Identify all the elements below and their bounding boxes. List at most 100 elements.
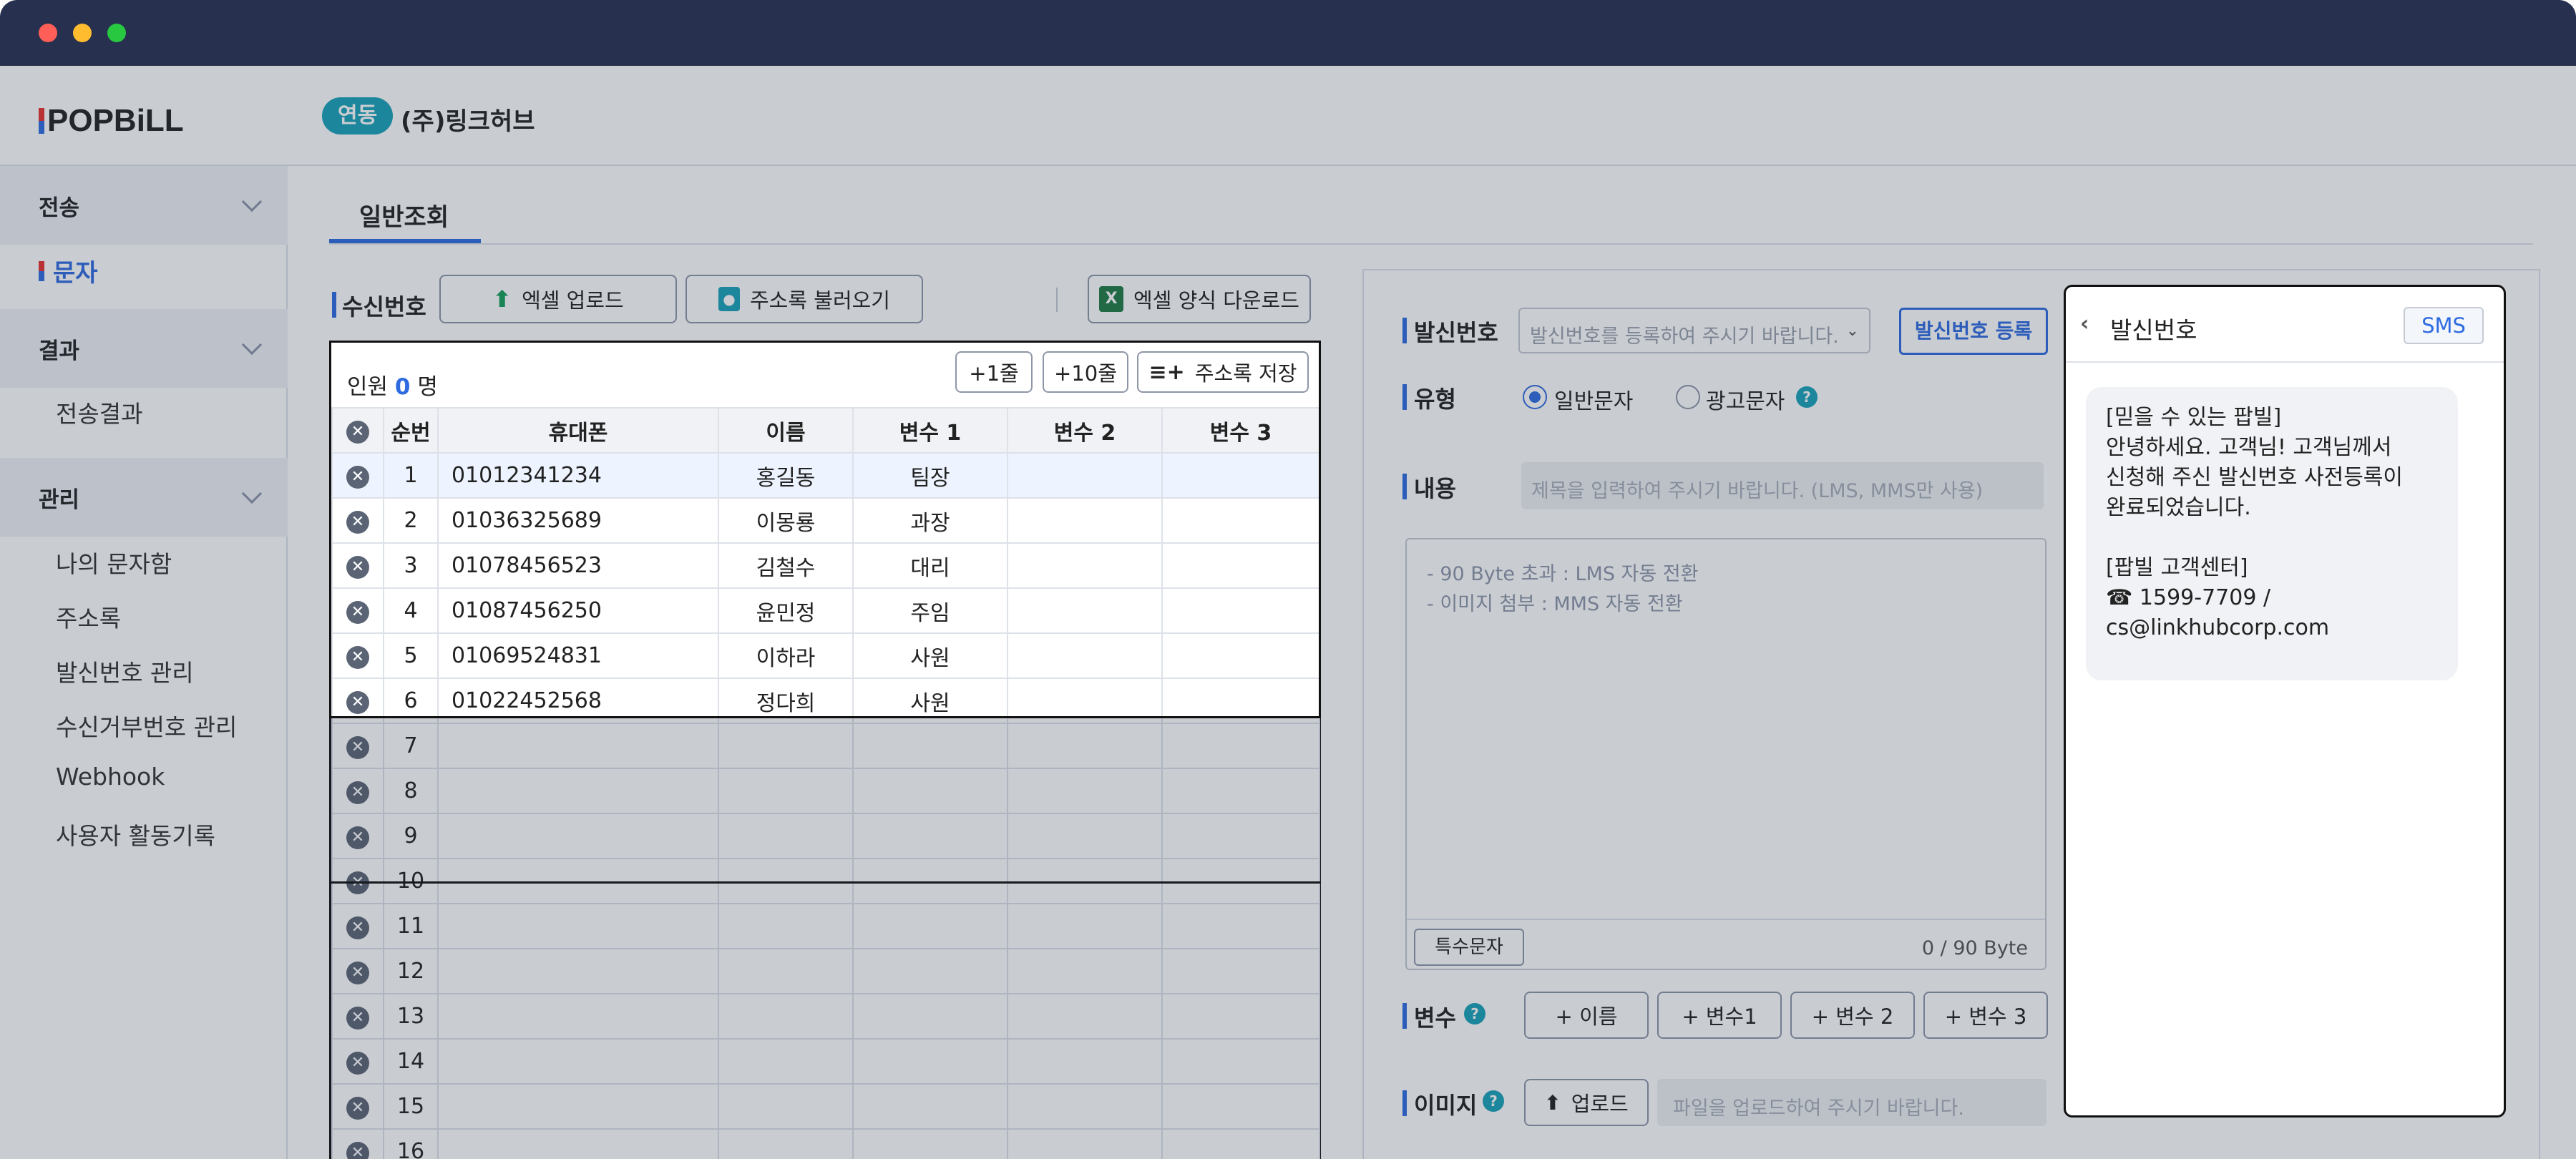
table-row[interactable]: ✕ 13: [331, 993, 1320, 1040]
remove-row-icon[interactable]: ✕: [346, 781, 369, 804]
sidebar-group-send[interactable]: 전송: [0, 166, 288, 245]
var2-cell[interactable]: [1007, 813, 1163, 859]
sidebar-item-sender-numbers[interactable]: 발신번호 관리: [56, 654, 194, 688]
register-sender-button[interactable]: 발신번호 등록: [1899, 308, 2048, 355]
phone-cell[interactable]: [437, 1128, 719, 1159]
remove-row-icon[interactable]: ✕: [346, 736, 369, 759]
table-row[interactable]: ✕ 5 01069524831 이하라 사원: [331, 632, 1320, 679]
radio-ad[interactable]: [1676, 385, 1700, 409]
help-icon[interactable]: ?: [1464, 1003, 1485, 1024]
sidebar-item-my-messages[interactable]: 나의 문자함: [56, 545, 172, 580]
image-file-field[interactable]: 파일을 업로드하여 주시기 바랍니다.: [1657, 1079, 2046, 1126]
delete-all-cell[interactable]: ✕: [331, 407, 384, 454]
var3-cell[interactable]: [1161, 497, 1320, 544]
name-cell[interactable]: [718, 813, 854, 859]
tab-general-search[interactable]: 일반조회: [359, 197, 449, 233]
table-row[interactable]: ✕ 16: [331, 1128, 1320, 1159]
remove-row-icon[interactable]: ✕: [346, 601, 369, 624]
popbill-logo[interactable]: POPBiLL: [39, 103, 184, 139]
remove-row-icon[interactable]: ✕: [346, 962, 369, 984]
phone-cell[interactable]: [437, 723, 719, 769]
subject-input[interactable]: 제목을 입력하여 주시기 바랍니다. (LMS, MMS만 사용): [1521, 462, 2044, 509]
var2-cell[interactable]: [1007, 993, 1163, 1040]
var2-cell[interactable]: [1007, 1038, 1163, 1085]
var1-cell[interactable]: 대리: [852, 542, 1008, 589]
table-row[interactable]: ✕ 14: [331, 1038, 1320, 1085]
table-row[interactable]: ✕ 11: [331, 903, 1320, 949]
phone-cell[interactable]: [437, 903, 719, 949]
var1-cell[interactable]: 과장: [852, 497, 1008, 544]
var3-cell[interactable]: [1161, 768, 1320, 814]
var3-cell[interactable]: [1161, 632, 1320, 679]
sidebar-group-manage[interactable]: 관리: [0, 458, 288, 537]
var1-cell[interactable]: [852, 948, 1008, 994]
remove-row-icon[interactable]: ✕: [346, 916, 369, 939]
clear-icon[interactable]: ✕: [346, 421, 369, 444]
var2-cell[interactable]: [1007, 452, 1163, 499]
name-cell[interactable]: [718, 1128, 854, 1159]
var2-cell[interactable]: [1007, 632, 1163, 679]
var3-cell[interactable]: [1161, 813, 1320, 859]
remove-row-icon[interactable]: ✕: [346, 646, 369, 669]
table-row[interactable]: ✕ 8: [331, 768, 1320, 814]
var3-cell[interactable]: [1161, 452, 1320, 499]
sidebar-item-address-book[interactable]: 주소록: [56, 600, 121, 634]
var2-cell[interactable]: [1007, 1083, 1163, 1130]
insert-var2-button[interactable]: + 변수 2: [1790, 992, 1915, 1039]
save-address-book-button[interactable]: ≡+ 주소록 저장: [1137, 351, 1309, 393]
phone-cell[interactable]: [437, 993, 719, 1040]
var2-cell[interactable]: [1007, 678, 1163, 724]
var1-cell[interactable]: [852, 1038, 1008, 1085]
var3-cell[interactable]: [1161, 1083, 1320, 1130]
radio-general[interactable]: [1523, 385, 1547, 409]
var1-cell[interactable]: [852, 813, 1008, 859]
message-textarea[interactable]: - 90 Byte 초과 : LMS 자동 전환 - 이미지 첨부 : MMS …: [1405, 538, 2046, 970]
phone-cell[interactable]: [437, 948, 719, 994]
table-row[interactable]: ✕ 7: [331, 723, 1320, 769]
name-cell[interactable]: 이몽룡: [718, 497, 854, 544]
insert-var3-button[interactable]: + 변수 3: [1923, 992, 2048, 1039]
var2-cell[interactable]: [1007, 948, 1163, 994]
remove-row-icon[interactable]: ✕: [346, 511, 369, 534]
var3-cell[interactable]: [1161, 1128, 1320, 1159]
insert-var1-button[interactable]: + 변수1: [1657, 992, 1782, 1039]
insert-name-button[interactable]: + 이름: [1524, 992, 1649, 1039]
name-cell[interactable]: [718, 1038, 854, 1085]
name-cell[interactable]: 정다희: [718, 678, 854, 724]
var1-cell[interactable]: [852, 903, 1008, 949]
name-cell[interactable]: [718, 948, 854, 994]
var2-cell[interactable]: [1007, 587, 1163, 634]
name-cell[interactable]: 김철수: [718, 542, 854, 589]
phone-cell[interactable]: 01069524831: [437, 632, 719, 679]
table-row[interactable]: ✕ 2 01036325689 이몽룡 과장: [331, 497, 1320, 544]
special-chars-button[interactable]: 특수문자: [1414, 929, 1524, 966]
var3-cell[interactable]: [1161, 993, 1320, 1040]
sidebar-group-result[interactable]: 결과: [0, 309, 288, 388]
table-row[interactable]: ✕ 15: [331, 1083, 1320, 1130]
var3-cell[interactable]: [1161, 903, 1320, 949]
table-row[interactable]: ✕ 3 01078456523 김철수 대리: [331, 542, 1320, 589]
remove-row-icon[interactable]: ✕: [346, 826, 369, 849]
var3-cell[interactable]: [1161, 948, 1320, 994]
var1-cell[interactable]: 팀장: [852, 452, 1008, 499]
phone-cell[interactable]: [437, 813, 719, 859]
var2-cell[interactable]: [1007, 723, 1163, 769]
add-ten-rows-button[interactable]: +10줄: [1043, 351, 1128, 393]
sidebar-item-opt-out-numbers[interactable]: 수신거부번호 관리: [56, 708, 237, 743]
phone-cell[interactable]: 01036325689: [437, 497, 719, 544]
var3-cell[interactable]: [1161, 678, 1320, 724]
var1-cell[interactable]: [852, 993, 1008, 1040]
phone-cell[interactable]: 01012341234: [437, 452, 719, 499]
table-row[interactable]: ✕ 12: [331, 948, 1320, 994]
remove-row-icon[interactable]: ✕: [346, 1097, 369, 1120]
back-chevron-icon[interactable]: ‹: [2080, 311, 2089, 336]
remove-row-icon[interactable]: ✕: [346, 556, 369, 579]
var2-cell[interactable]: [1007, 768, 1163, 814]
phone-cell[interactable]: [437, 768, 719, 814]
name-cell[interactable]: [718, 993, 854, 1040]
var3-cell[interactable]: [1161, 723, 1320, 769]
phone-cell[interactable]: [437, 1083, 719, 1130]
name-cell[interactable]: 홍길동: [718, 452, 854, 499]
type-general-label[interactable]: 일반문자: [1554, 383, 1633, 415]
var2-cell[interactable]: [1007, 497, 1163, 544]
